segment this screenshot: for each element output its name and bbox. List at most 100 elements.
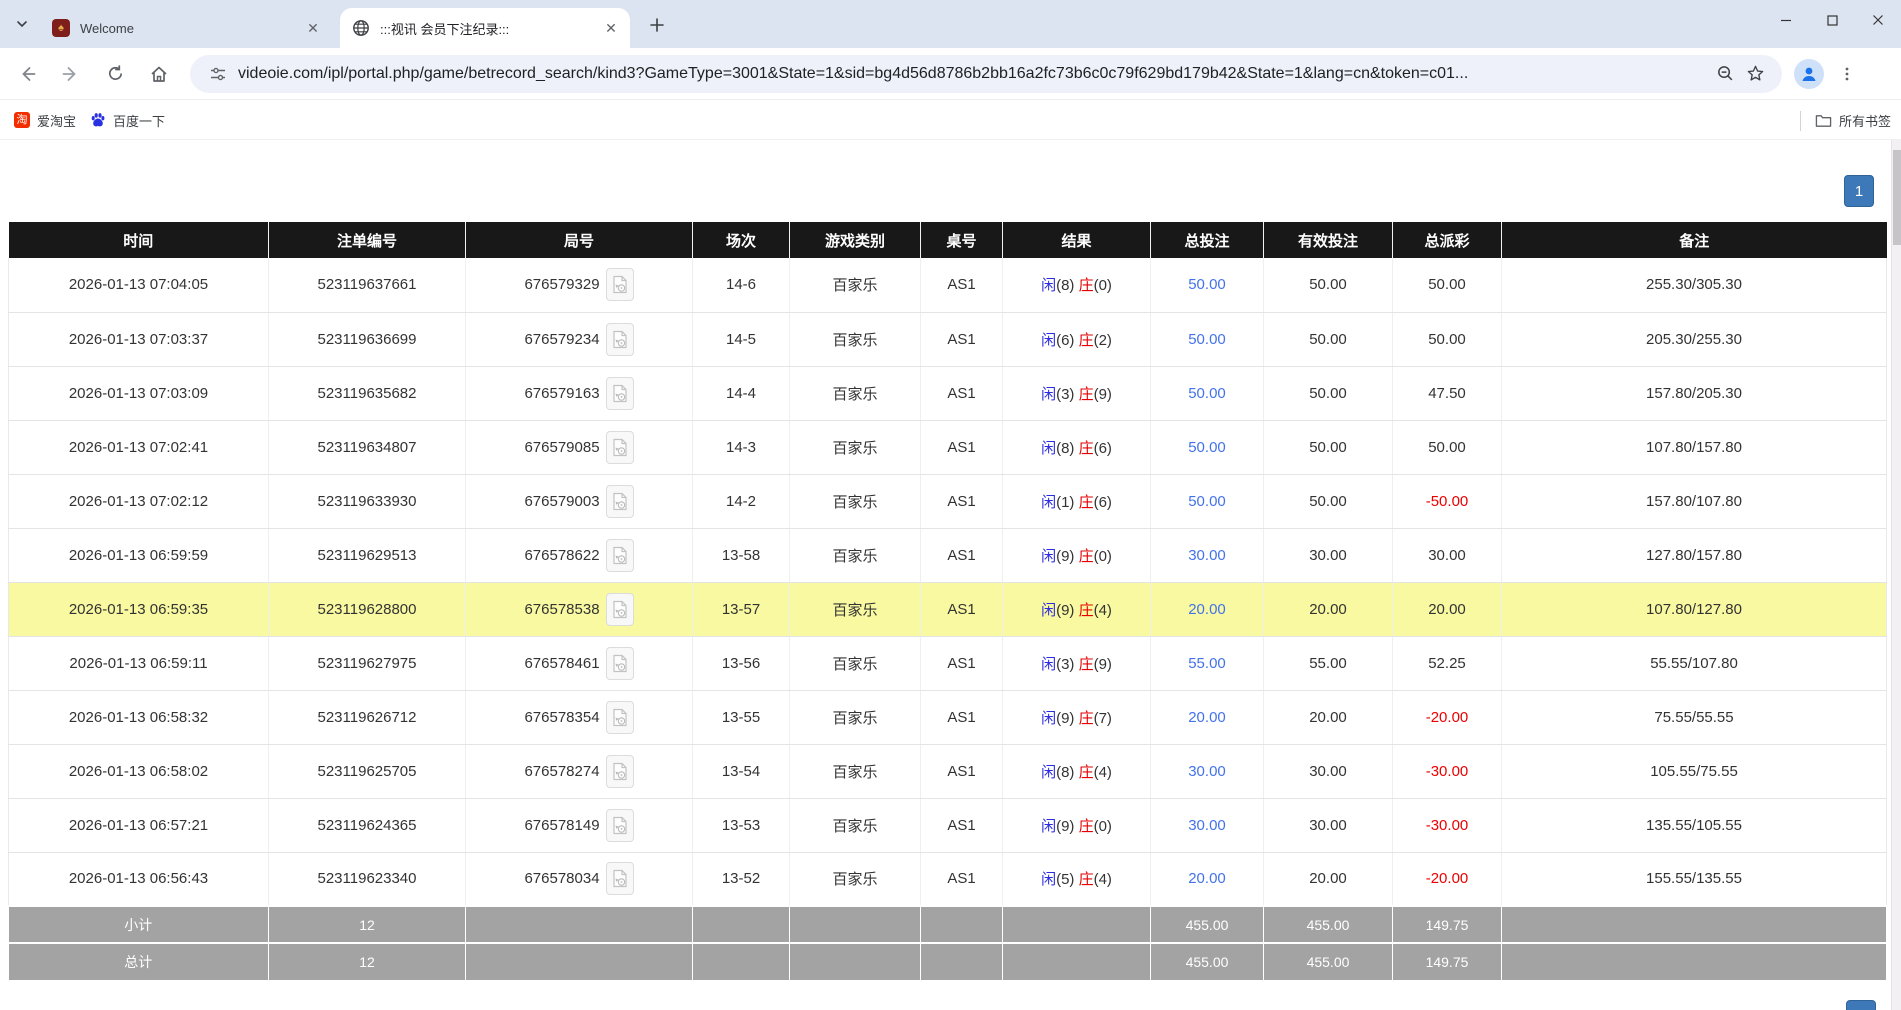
- total-bet-cell: 50.00: [1151, 420, 1264, 474]
- note-cell: 107.80/157.80: [1502, 420, 1887, 474]
- total-bet-cell: 50.00: [1151, 258, 1264, 312]
- round-id-cell: 676578622: [466, 528, 693, 582]
- minimize-button[interactable]: [1763, 0, 1809, 40]
- bookmark-aitaobao[interactable]: 淘 爱淘宝: [14, 111, 76, 130]
- profile-avatar[interactable]: [1794, 59, 1824, 89]
- page-content: 1 时间 注单编号 局号 场次 游戏类别 桌号 结果 总投注 有效投注 总: [0, 140, 1901, 1010]
- tab-bet-record[interactable]: :::视讯 会员下注纪录::: ✕: [340, 8, 630, 48]
- result-cell: 闲(9) 庄(0): [1003, 798, 1151, 852]
- table-row: 2026-01-13 07:03:09523119635682676579163…: [9, 366, 1887, 420]
- tab-welcome[interactable]: ♠ Welcome ✕: [40, 8, 332, 48]
- subtotal-valid-bet: 455.00: [1264, 906, 1393, 943]
- video-replay-button[interactable]: [606, 268, 634, 301]
- globe-icon: [352, 19, 370, 37]
- table-no-cell: AS1: [921, 852, 1003, 906]
- close-window-button[interactable]: [1855, 0, 1901, 40]
- col-game-type: 游戏类别: [790, 222, 921, 258]
- all-bookmarks-button[interactable]: 所有书签: [1815, 111, 1891, 130]
- total-bet-cell: 30.00: [1151, 798, 1264, 852]
- total-bet-cell: 30.00: [1151, 744, 1264, 798]
- col-session: 场次: [693, 222, 790, 258]
- time-cell: 2026-01-13 07:04:05: [9, 258, 269, 312]
- video-replay-icon: [612, 275, 628, 294]
- total-bet-cell: 55.00: [1151, 636, 1264, 690]
- scrollbar-thumb[interactable]: [1893, 150, 1901, 245]
- time-cell: 2026-01-13 07:02:12: [9, 474, 269, 528]
- table-row: 2026-01-13 06:58:02523119625705676578274…: [9, 744, 1887, 798]
- back-arrow-icon: [17, 64, 37, 84]
- round-id-cell: 676578274: [466, 744, 693, 798]
- video-replay-button[interactable]: [606, 862, 634, 895]
- browser-menu-button[interactable]: [1830, 57, 1864, 91]
- bookmarks-bar: 淘 爱淘宝 百度一下 所有书签: [0, 101, 1901, 140]
- valid-bet-cell: 30.00: [1264, 744, 1393, 798]
- video-replay-button[interactable]: [606, 647, 634, 680]
- bookmark-baidu[interactable]: 百度一下: [90, 111, 165, 130]
- table-row: 2026-01-13 06:59:11523119627975676578461…: [9, 636, 1887, 690]
- forward-button[interactable]: [54, 57, 88, 91]
- time-cell: 2026-01-13 07:02:41: [9, 420, 269, 474]
- total-payout: 149.75: [1393, 943, 1502, 980]
- maximize-button[interactable]: [1809, 0, 1855, 40]
- video-replay-button[interactable]: [606, 593, 634, 626]
- col-table-no: 桌号: [921, 222, 1003, 258]
- home-button[interactable]: [142, 57, 176, 91]
- game-type-cell: 百家乐: [790, 528, 921, 582]
- video-replay-button[interactable]: [606, 809, 634, 842]
- table-row: 2026-01-13 07:03:37523119636699676579234…: [9, 312, 1887, 366]
- valid-bet-cell: 30.00: [1264, 798, 1393, 852]
- total-total-bet: 455.00: [1151, 943, 1264, 980]
- video-replay-button[interactable]: [606, 323, 634, 356]
- game-type-cell: 百家乐: [790, 744, 921, 798]
- valid-bet-cell: 20.00: [1264, 852, 1393, 906]
- round-id-cell: 676578149: [466, 798, 693, 852]
- url-text[interactable]: videoie.com/ipl/portal.php/game/betrecor…: [238, 65, 1710, 83]
- valid-bet-cell: 20.00: [1264, 690, 1393, 744]
- note-cell: 157.80/107.80: [1502, 474, 1887, 528]
- back-button[interactable]: [10, 57, 44, 91]
- video-replay-button[interactable]: [606, 377, 634, 410]
- site-settings-icon: [208, 64, 228, 84]
- video-replay-button[interactable]: [606, 485, 634, 518]
- address-bar[interactable]: videoie.com/ipl/portal.php/game/betrecor…: [190, 55, 1782, 93]
- tab-close-icon[interactable]: ✕: [602, 19, 620, 37]
- video-replay-button[interactable]: [606, 755, 634, 788]
- col-result: 结果: [1003, 222, 1151, 258]
- col-time: 时间: [9, 222, 269, 258]
- round-id-cell: 676579329: [466, 258, 693, 312]
- pagination-button-top[interactable]: 1: [1844, 175, 1874, 207]
- result-cell: 闲(9) 庄(4): [1003, 582, 1151, 636]
- total-bet-cell: 30.00: [1151, 528, 1264, 582]
- payout-cell: -30.00: [1393, 744, 1502, 798]
- vertical-scrollbar[interactable]: [1891, 140, 1901, 1010]
- tab-search-button[interactable]: [8, 10, 36, 38]
- plus-icon: [649, 17, 665, 33]
- table-body: 2026-01-13 07:04:05523119637661676579329…: [9, 258, 1887, 906]
- video-replay-button[interactable]: [606, 431, 634, 464]
- table-row: 2026-01-13 06:58:32523119626712676578354…: [9, 690, 1887, 744]
- video-replay-button[interactable]: [606, 539, 634, 572]
- session-cell: 13-57: [693, 582, 790, 636]
- new-tab-button[interactable]: [644, 12, 670, 38]
- browser-window: ♠ Welcome ✕ :::视讯 会员下注纪录::: ✕: [0, 0, 1901, 1010]
- pagination-button-bottom[interactable]: 1: [1846, 1000, 1876, 1010]
- total-bet-cell: 50.00: [1151, 312, 1264, 366]
- bet-id-cell: 523119636699: [269, 312, 466, 366]
- game-type-cell: 百家乐: [790, 420, 921, 474]
- game-type-cell: 百家乐: [790, 582, 921, 636]
- total-count: 12: [269, 943, 466, 980]
- table-row: 2026-01-13 06:59:35523119628800676578538…: [9, 582, 1887, 636]
- game-type-cell: 百家乐: [790, 258, 921, 312]
- star-icon: [1746, 64, 1765, 83]
- time-cell: 2026-01-13 06:57:21: [9, 798, 269, 852]
- table-no-cell: AS1: [921, 582, 1003, 636]
- video-replay-button[interactable]: [606, 701, 634, 734]
- game-type-cell: 百家乐: [790, 474, 921, 528]
- tab-close-icon[interactable]: ✕: [304, 19, 322, 37]
- total-valid-bet: 455.00: [1264, 943, 1393, 980]
- bookmark-star-button[interactable]: [1740, 59, 1770, 89]
- bet-id-cell: 523119625705: [269, 744, 466, 798]
- note-cell: 55.55/107.80: [1502, 636, 1887, 690]
- reload-button[interactable]: [98, 57, 132, 91]
- zoom-out-button[interactable]: [1710, 59, 1740, 89]
